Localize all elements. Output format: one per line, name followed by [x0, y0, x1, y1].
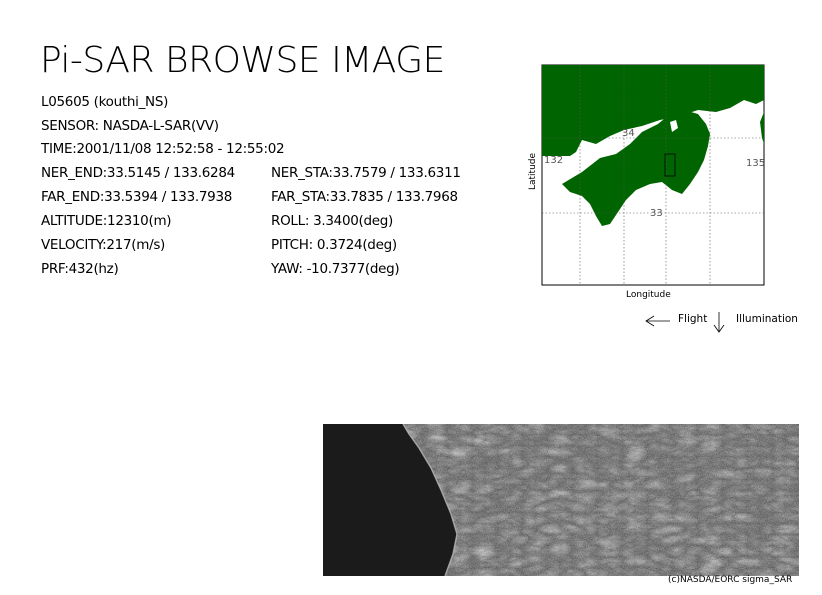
location-map: 34 33 132 135 Latitude Longitude	[528, 64, 765, 300]
flight-arrow-icon	[645, 315, 670, 327]
pitch-info: PITCH: 0.3724(deg)	[271, 237, 397, 253]
roll-info: ROLL: 3.3400(deg)	[271, 213, 394, 229]
ner-end-info: NER_END:33.5145 / 133.6284	[41, 165, 235, 181]
scene-id: L05605 (kouthi_NS)	[41, 94, 169, 110]
ner-sta-info: NER_STA:33.7579 / 133.6311	[271, 165, 461, 181]
lon-132-label: 132	[544, 155, 563, 166]
illumination-arrow-icon	[713, 312, 725, 333]
map-ylabel: Latitude	[528, 152, 538, 190]
lon-135-label: 135	[746, 158, 765, 169]
page-title: Pi-SAR BROWSE IMAGE	[40, 40, 445, 81]
copyright-credit: (c)NASDA/EORC sigma_SAR	[668, 575, 793, 585]
altitude-info: ALTITUDE:12310(m)	[41, 213, 172, 229]
sensor-info: SENSOR: NASDA-L-SAR(VV)	[41, 118, 219, 134]
time-info: TIME:2001/11/08 12:52:58 - 12:55:02	[41, 141, 285, 157]
lat-33-label: 33	[650, 208, 663, 219]
far-end-info: FAR_END:33.5394 / 133.7938	[41, 189, 233, 205]
yaw-info: YAW: -10.7377(deg)	[271, 261, 400, 277]
prf-info: PRF:432(hz)	[41, 261, 119, 277]
illumination-label: Illumination	[736, 313, 798, 325]
flight-label: Flight	[678, 313, 708, 325]
velocity-info: VELOCITY:217(m/s)	[41, 237, 166, 253]
map-xlabel: Longitude	[626, 290, 671, 300]
far-sta-info: FAR_STA:33.7835 / 133.7968	[271, 189, 458, 205]
sar-browse-image	[323, 424, 799, 576]
lat-34-label: 34	[622, 128, 635, 139]
